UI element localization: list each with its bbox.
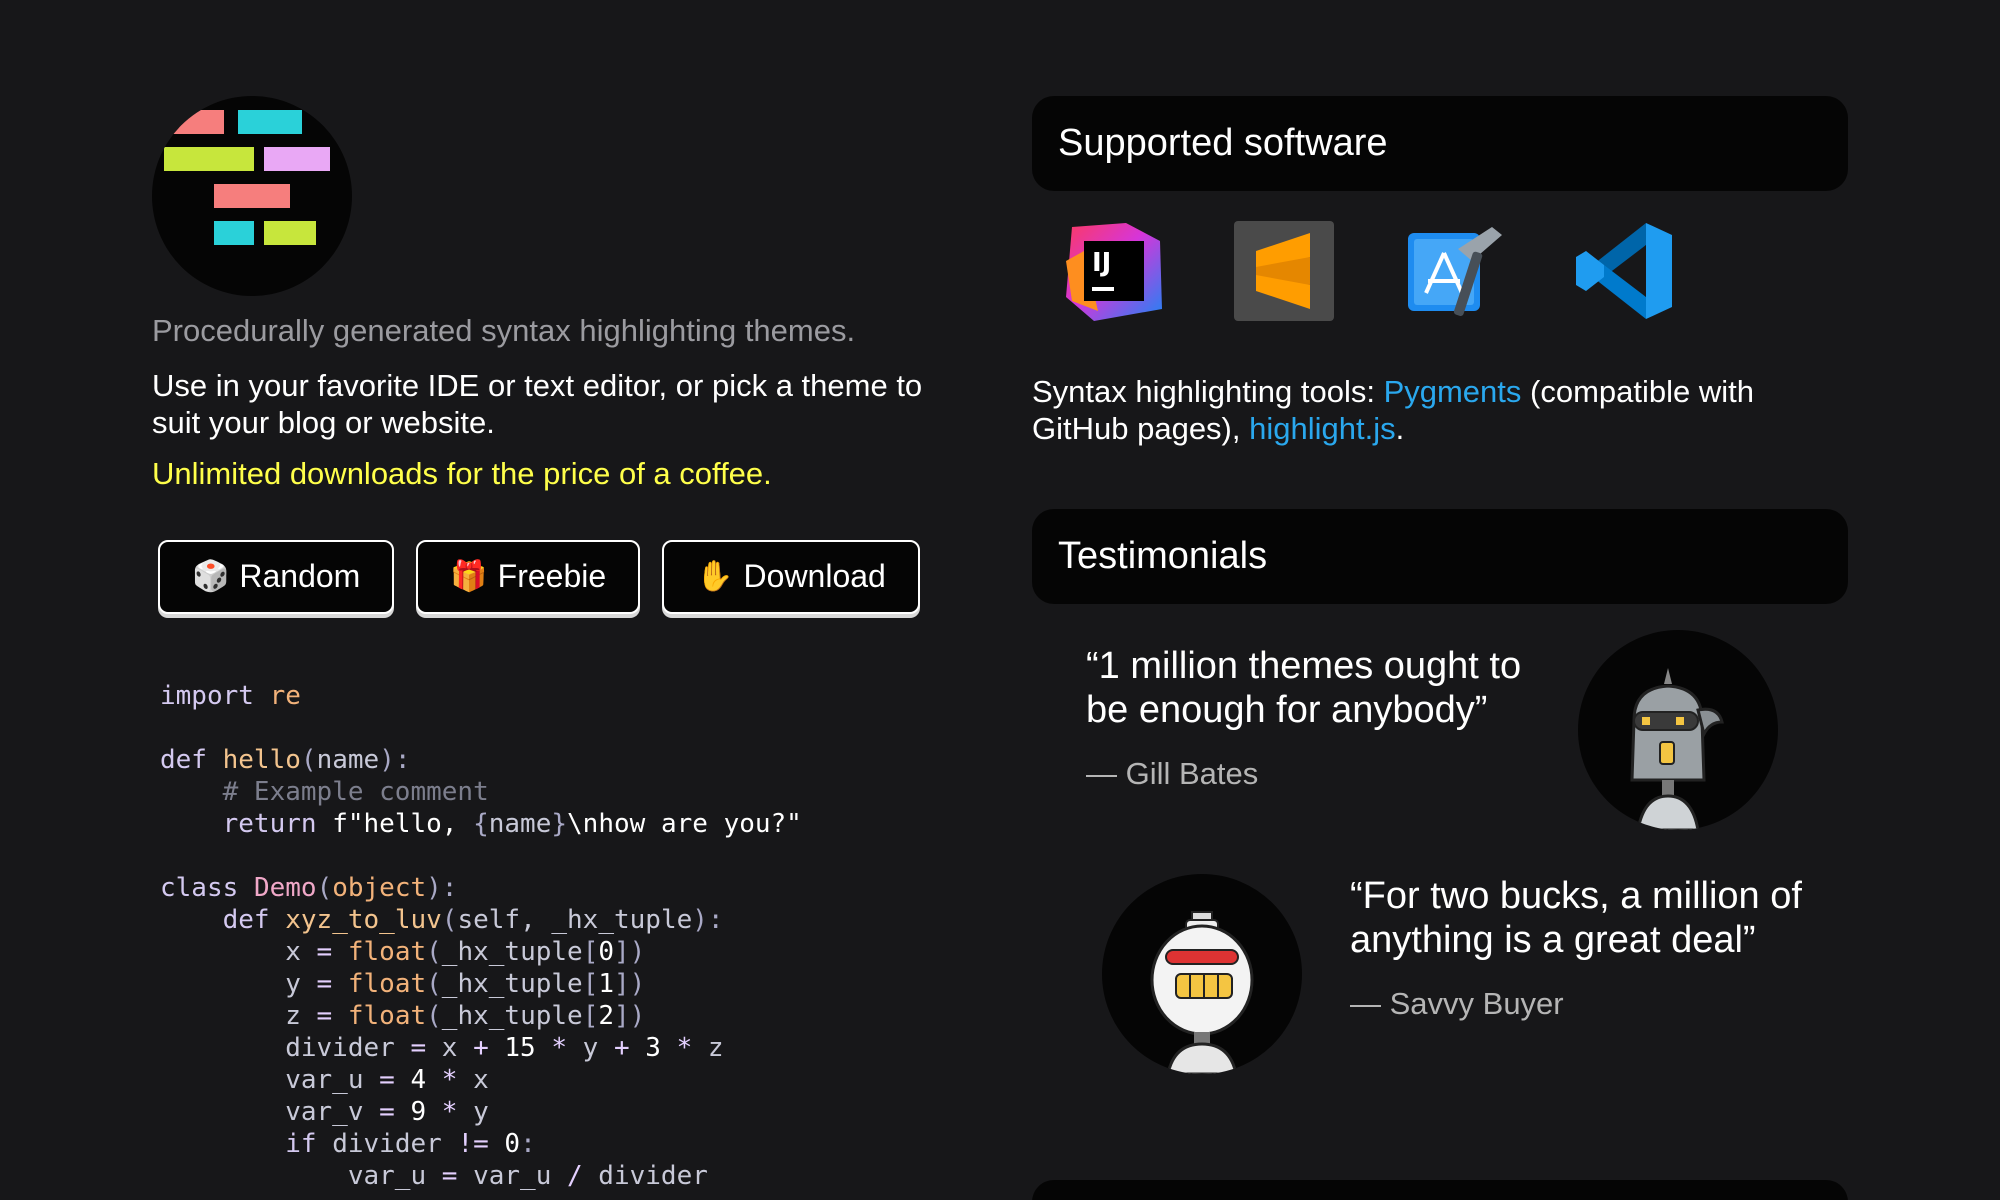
- freebie-button-label: Freebie: [497, 558, 607, 594]
- tools-prefix: Syntax highlighting tools:: [1032, 374, 1384, 409]
- testimonial-author: — Savvy Buyer: [1350, 986, 1564, 1021]
- random-button-label: Random: [239, 558, 361, 594]
- highlightjs-link[interactable]: highlight.js: [1249, 411, 1395, 446]
- dice-icon: 🎲: [192, 559, 230, 594]
- code-line: y = float(_hx_tuple[1]): [160, 968, 646, 999]
- sidebar-section: Supported software IJ Syntax highlightin…: [1032, 96, 1848, 1079]
- testimonial-quote: “For two bucks, a million of anything is…: [1350, 875, 1802, 961]
- sublime-text-icon[interactable]: [1234, 221, 1334, 321]
- code-line: # Example comment: [222, 776, 489, 807]
- download-button-label: Download: [743, 558, 886, 594]
- code-line: if divider != 0:: [285, 1128, 536, 1159]
- intellij-idea-icon[interactable]: IJ: [1064, 221, 1164, 321]
- testimonial-quote: “1 million themes ought to be enough for…: [1086, 645, 1522, 731]
- testimonials-heading: Testimonials: [1032, 509, 1848, 604]
- gift-icon: 🎁: [450, 559, 488, 594]
- robot-avatar-icon: [1102, 874, 1302, 1074]
- robot-avatar-icon: [1578, 630, 1778, 830]
- freebie-button[interactable]: 🎁 Freebie: [416, 539, 641, 614]
- hero-section: Procedurally generated syntax highlighti…: [152, 96, 972, 1192]
- software-icons: IJ: [1032, 221, 1848, 321]
- code-line: x = float(_hx_tuple[0]): [160, 936, 646, 967]
- code-line: def xyz_to_luv(self, _hx_tuple):: [222, 904, 724, 935]
- code-line: divider = x + 15 * y + 3 * z: [160, 1032, 724, 1063]
- hand-icon: ✋: [696, 559, 734, 594]
- code-line: var_u = var_u / divider: [160, 1160, 708, 1191]
- vscode-icon[interactable]: [1574, 221, 1674, 321]
- testimonial: “For two bucks, a million of anything is…: [1032, 874, 1848, 1079]
- code-line: var_u = 4 * x: [160, 1064, 489, 1095]
- supported-software-heading: Supported software: [1032, 96, 1848, 191]
- code-line: import re: [160, 680, 301, 711]
- code-line: def hello(name):: [160, 744, 411, 775]
- code-sample: import re def hello(name): # Example comm…: [152, 680, 972, 1192]
- tools-suffix: .: [1395, 411, 1405, 446]
- svg-text:IJ: IJ: [1092, 248, 1111, 278]
- xcode-icon[interactable]: [1404, 221, 1504, 321]
- highlighting-tools-text: Syntax highlighting tools: Pygments (com…: [1032, 373, 1848, 447]
- code-line: class Demo(object):: [160, 872, 458, 903]
- code-line: return f"hello, {name}\nhow are you?": [222, 808, 802, 839]
- promo-text: Unlimited downloads for the price of a c…: [152, 455, 772, 491]
- description: Use in your favorite IDE or text editor,…: [152, 367, 923, 440]
- code-line: var_v = 9 * y: [160, 1096, 489, 1127]
- code-line: z = float(_hx_tuple[2]): [160, 1000, 646, 1031]
- random-button[interactable]: 🎲 Random: [158, 539, 395, 614]
- testimonial-author: — Gill Bates: [1086, 756, 1259, 791]
- pygments-link[interactable]: Pygments: [1384, 374, 1522, 409]
- download-button[interactable]: ✋ Download: [662, 539, 920, 614]
- page: Procedurally generated syntax highlighti…: [0, 0, 2000, 1200]
- theme-logo-icon: [152, 96, 352, 296]
- action-buttons: 🎲 Random 🎁 Freebie ✋ Download: [152, 539, 972, 614]
- testimonial: “1 million themes ought to be enough for…: [1032, 630, 1848, 844]
- tagline: Procedurally generated syntax highlighti…: [152, 313, 856, 348]
- next-section-heading: [1032, 1180, 1848, 1200]
